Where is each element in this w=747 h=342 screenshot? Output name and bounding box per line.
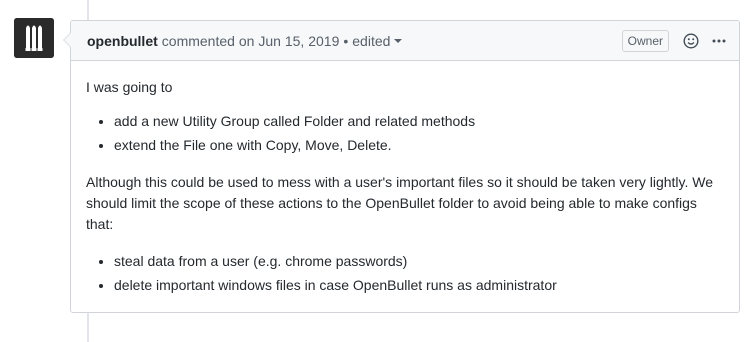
add-reaction-button[interactable] [681, 31, 701, 51]
smiley-icon [683, 32, 699, 49]
comment-header: openbullet commented on Jun 15, 2019 • e… [71, 21, 739, 61]
openbullet-logo-icon [14, 18, 54, 58]
more-options-button[interactable] [709, 31, 729, 51]
plan-list: add a new Utility Group called Folder an… [86, 111, 723, 156]
comment-body: I was going to add a new Utility Group c… [71, 61, 739, 296]
list-item: steal data from a user (e.g. chrome pass… [114, 251, 723, 272]
comment-box: openbullet commented on Jun 15, 2019 • e… [63, 20, 740, 313]
edited-dropdown[interactable]: edited [352, 32, 403, 49]
list-item: delete important windows files in case O… [114, 275, 723, 296]
risk-list: steal data from a user (e.g. chrome pass… [86, 251, 723, 296]
concern-paragraph: Although this could be used to mess with… [86, 174, 714, 232]
list-item: extend the File one with Copy, Move, Del… [114, 135, 723, 156]
avatar[interactable] [14, 18, 54, 58]
intro-text: I was going to [86, 79, 173, 95]
list-item: add a new Utility Group called Folder an… [114, 111, 723, 132]
owner-badge: Owner [621, 29, 669, 52]
kebab-horizontal-icon [712, 39, 726, 42]
meta-separator: • [343, 32, 349, 49]
author-link[interactable]: openbullet [87, 33, 158, 49]
edited-label: edited [352, 32, 391, 49]
triangle-down-icon [394, 38, 403, 43]
comment-date[interactable]: Jun 15, 2019 [258, 33, 339, 49]
comment-action: commented on [161, 32, 255, 49]
